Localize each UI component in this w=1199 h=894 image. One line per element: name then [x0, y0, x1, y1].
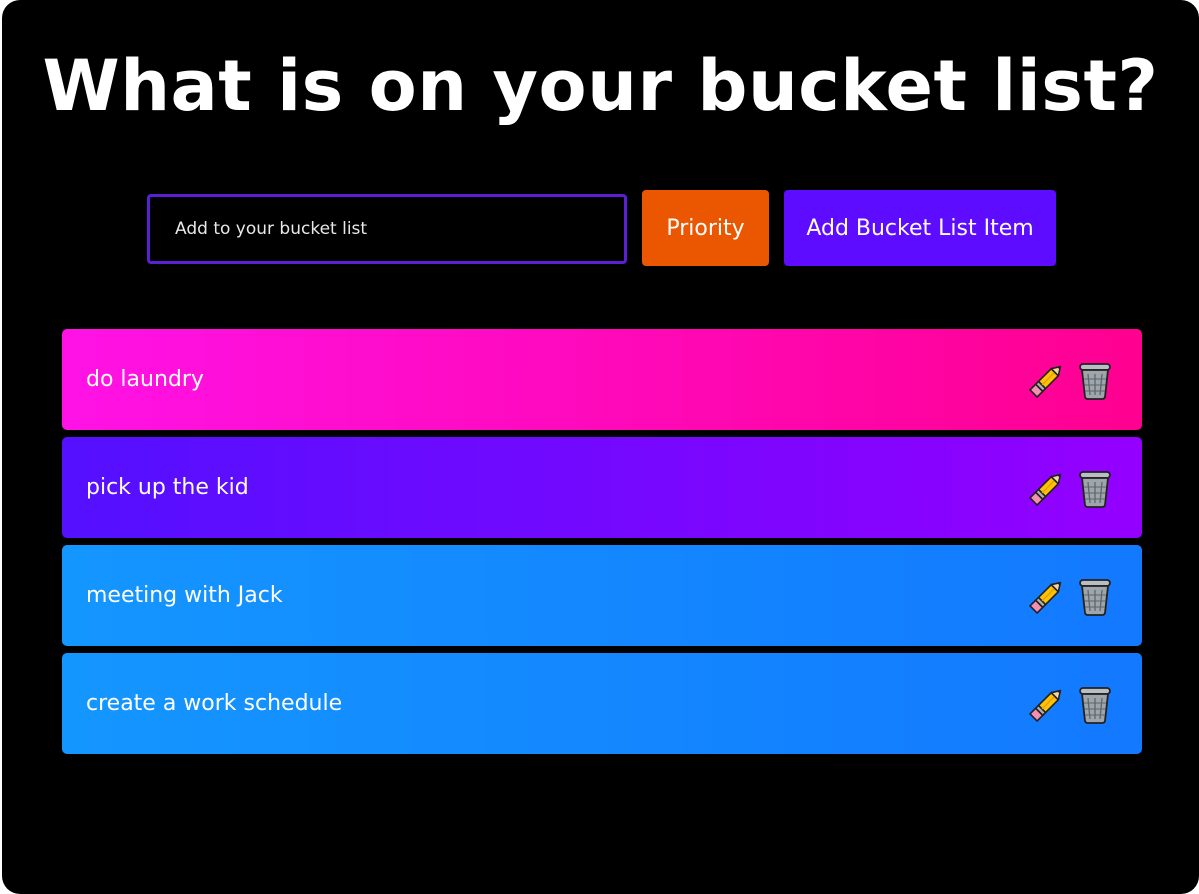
list-item-text: meeting with Jack — [86, 583, 283, 608]
add-bucket-list-item-button[interactable]: Add Bucket List Item — [784, 190, 1056, 266]
trash-can-icon[interactable] — [1074, 359, 1116, 401]
trash-can-icon[interactable] — [1074, 575, 1116, 617]
bucket-list: do laundry pick up the kid meeting with … — [62, 329, 1142, 761]
list-item-actions — [1026, 359, 1116, 401]
list-item: pick up the kid — [62, 437, 1142, 538]
list-item-actions — [1026, 683, 1116, 725]
list-item-text: pick up the kid — [86, 475, 249, 500]
pencil-icon[interactable] — [1026, 467, 1068, 509]
list-item-text: create a work schedule — [86, 691, 343, 716]
list-item: meeting with Jack — [62, 545, 1142, 646]
pencil-icon[interactable] — [1026, 359, 1068, 401]
priority-button[interactable]: Priority — [642, 190, 769, 266]
list-item-text: do laundry — [86, 367, 204, 392]
list-item: do laundry — [62, 329, 1142, 430]
list-item: create a work schedule — [62, 653, 1142, 754]
bucket-list-form: Priority Add Bucket List Item — [2, 190, 1199, 266]
trash-can-icon[interactable] — [1074, 467, 1116, 509]
pencil-icon[interactable] — [1026, 575, 1068, 617]
trash-can-icon[interactable] — [1074, 683, 1116, 725]
pencil-icon[interactable] — [1026, 683, 1068, 725]
list-item-actions — [1026, 467, 1116, 509]
page-title: What is on your bucket list? — [42, 45, 1159, 127]
bucket-list-app: What is on your bucket list? Priority Ad… — [2, 0, 1199, 894]
bucket-list-input[interactable] — [147, 194, 627, 264]
list-item-actions — [1026, 575, 1116, 617]
